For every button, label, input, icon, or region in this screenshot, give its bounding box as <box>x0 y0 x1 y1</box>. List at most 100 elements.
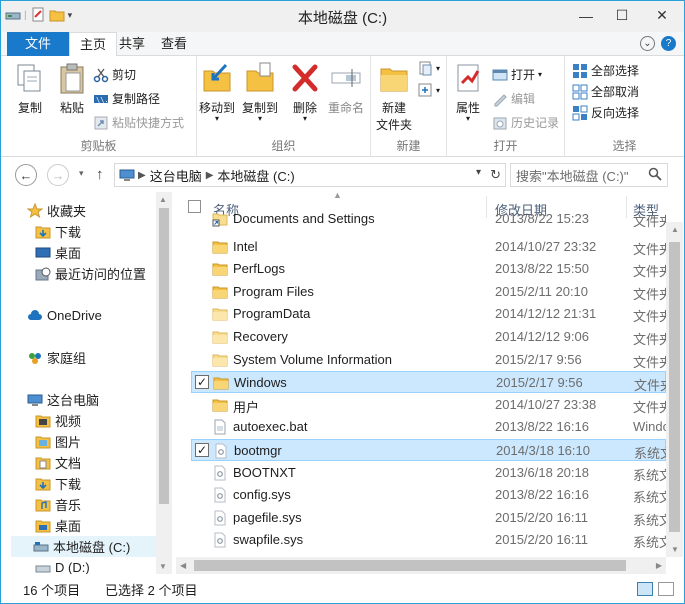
search-input[interactable]: 搜索"本地磁盘 (C:)" <box>510 163 668 187</box>
nav-desktop[interactable]: 桌面 <box>35 242 173 263</box>
nav-label: 文档 <box>55 456 82 471</box>
file-type: 系统文件 <box>633 490 666 506</box>
nav-pictures[interactable]: 图片 <box>35 431 173 452</box>
breadcrumb-separator-icon[interactable]: ▶ <box>206 170 214 181</box>
tab-share[interactable]: 共享 <box>109 32 155 56</box>
nav-recent[interactable]: 最近访问的位置 <box>35 263 173 284</box>
scroll-left-icon[interactable]: ◀ <box>180 561 186 570</box>
tab-view[interactable]: 查看 <box>151 32 197 56</box>
select-all-button[interactable]: 全部选择 <box>572 62 639 79</box>
address-bar[interactable]: ▶ 这台电脑 ▶ 本地磁盘 (C:) ▾ ↻ <box>114 163 506 187</box>
copy-button[interactable]: 复制 <box>14 61 46 116</box>
details-view-icon[interactable] <box>637 582 653 596</box>
delete-button[interactable]: 删除 ▾ <box>289 61 321 123</box>
rename-button[interactable]: 重命名 <box>328 61 364 116</box>
tab-file[interactable]: 文件 <box>7 32 69 56</box>
file-row[interactable]: BOOTNXT 2013/6/18 20:18 系统文件 <box>191 462 666 484</box>
paste-shortcut-button[interactable]: 粘贴快捷方式 <box>93 114 184 131</box>
status-bar: 16 个项目 已选择 2 个项目 <box>1 575 684 603</box>
nav-scrollbar[interactable]: ▲ ▼ <box>156 192 172 574</box>
nav-this-pc[interactable]: 这台电脑 <box>27 389 173 410</box>
breadcrumb-this-pc[interactable]: 这台电脑 <box>150 166 202 185</box>
file-row[interactable]: ProgramData 2014/12/12 21:31 文件夹 <box>191 303 666 325</box>
file-row[interactable]: Documents and Settings 2013/8/22 15:23 文件夹 <box>191 208 666 230</box>
close-button[interactable]: ✕ <box>640 1 684 30</box>
file-row[interactable]: pagefile.sys 2015/2/20 16:11 系统文件 <box>191 507 666 529</box>
properties-button[interactable]: 属性 ▾ <box>452 61 484 123</box>
select-none-button[interactable]: 全部取消 <box>572 83 639 100</box>
back-button[interactable]: ← <box>15 164 37 186</box>
row-checkbox[interactable]: ✓ <box>195 443 209 457</box>
invert-selection-button[interactable]: 反向选择 <box>572 104 639 121</box>
file-row[interactable]: autoexec.bat 2013/8/22 16:16 Windows <box>191 416 666 438</box>
file-row[interactable]: swapfile.sys 2015/2/20 16:11 系统文件 <box>191 529 666 551</box>
file-name: Recovery <box>233 329 288 344</box>
nav-drive-c[interactable]: 本地磁盘 (C:) <box>11 536 156 557</box>
scroll-down-icon[interactable]: ▼ <box>159 562 167 571</box>
nav-desktop-pc[interactable]: 桌面 <box>35 515 173 536</box>
properties-big-icon <box>457 64 480 92</box>
cut-button[interactable]: 剪切 <box>93 66 136 83</box>
scroll-down-icon[interactable]: ▼ <box>671 545 679 554</box>
refresh-icon[interactable]: ↻ <box>490 167 501 183</box>
move-to-button[interactable]: 移动到 ▾ <box>199 61 235 123</box>
forward-button[interactable]: → <box>47 164 69 186</box>
open-button[interactable]: 打开 ▾ <box>492 66 542 83</box>
nav-homegroup[interactable]: 家庭组 <box>27 347 173 368</box>
minimize-button[interactable]: — <box>568 1 604 30</box>
recent-locations-icon[interactable]: ▾ <box>79 168 84 179</box>
paste-button[interactable]: 粘贴 <box>56 61 88 116</box>
file-row[interactable]: Recovery 2014/12/12 9:06 文件夹 <box>191 326 666 348</box>
help-icon[interactable]: ? <box>661 36 676 51</box>
expand-ribbon-icon[interactable]: ⌄ <box>640 36 655 51</box>
large-icons-view-icon[interactable] <box>658 582 674 596</box>
breadcrumb-drive[interactable]: 本地磁盘 (C:) <box>217 166 294 185</box>
search-icon[interactable] <box>648 167 662 181</box>
nav-drive-d[interactable]: D (D:) <box>35 557 173 574</box>
computer-icon <box>27 394 43 406</box>
nav-videos[interactable]: 视频 <box>35 410 173 431</box>
file-row[interactable]: ✓ bootmgr 2014/3/18 16:10 系统文件 <box>191 439 667 461</box>
nav-onedrive[interactable]: OneDrive <box>27 305 173 326</box>
nav-favorites[interactable]: 收藏夹 <box>27 200 173 221</box>
nav-downloads[interactable]: 下载 <box>35 221 173 242</box>
copy-to-button[interactable]: 复制到 ▾ <box>242 61 278 123</box>
easy-access-button[interactable]: ▾ <box>417 82 440 98</box>
nav-label: 下载 <box>55 225 82 240</box>
new-folder-button[interactable]: 新建 文件夹 <box>376 61 412 133</box>
breadcrumb-separator-icon[interactable]: ▶ <box>138 170 146 181</box>
scroll-up-icon[interactable]: ▲ <box>671 225 679 234</box>
copy-path-button[interactable]: \\.. 复制路径 <box>93 90 160 107</box>
file-row[interactable]: config.sys 2013/8/22 16:16 系统文件 <box>191 484 666 506</box>
window-controls: — ☐ ✕ <box>568 1 684 30</box>
nav-label: 视频 <box>55 414 82 429</box>
up-button[interactable]: ↑ <box>96 166 104 183</box>
nav-scroll-thumb[interactable] <box>159 208 169 504</box>
copy-label: 复制 <box>17 101 42 115</box>
file-row[interactable]: 用户 2014/10/27 23:38 文件夹 <box>191 394 666 416</box>
edit-button[interactable]: 编辑 <box>492 90 535 107</box>
scroll-right-icon[interactable]: ▶ <box>656 561 662 570</box>
downloads-icon <box>35 226 51 238</box>
paste-shortcut-icon <box>94 116 108 129</box>
file-row[interactable]: System Volume Information 2015/2/17 9:56 文… <box>191 349 666 371</box>
file-row[interactable]: Intel 2014/10/27 23:32 文件夹 <box>191 236 666 258</box>
scroll-up-icon[interactable]: ▲ <box>159 195 167 204</box>
row-checkbox[interactable]: ✓ <box>195 375 209 390</box>
recent-places-icon <box>35 267 51 280</box>
file-row[interactable]: Program Files 2015/2/11 20:10 文件夹 <box>191 281 666 303</box>
nav-documents[interactable]: 文档 <box>35 452 173 473</box>
file-list-vertical-scrollbar[interactable]: ▲ ▼ <box>666 222 683 557</box>
nav-music[interactable]: 音乐 <box>35 494 173 515</box>
address-dropdown-icon[interactable]: ▾ <box>476 167 481 178</box>
paste-label: 粘贴 <box>59 101 84 115</box>
vertical-scroll-thumb[interactable] <box>669 242 680 532</box>
history-button[interactable]: 历史记录 <box>492 114 559 131</box>
file-row[interactable]: PerfLogs 2013/8/22 15:50 文件夹 <box>191 258 666 280</box>
file-row[interactable]: ✓ Windows 2015/2/17 9:56 文件夹 <box>191 371 667 394</box>
file-list-horizontal-scrollbar[interactable]: ◀ ▶ <box>176 557 666 574</box>
new-item-button[interactable]: ▾ <box>417 60 440 76</box>
horizontal-scroll-thumb[interactable] <box>194 560 626 571</box>
maximize-button[interactable]: ☐ <box>604 1 640 30</box>
nav-downloads-pc[interactable]: 下载 <box>35 473 173 494</box>
